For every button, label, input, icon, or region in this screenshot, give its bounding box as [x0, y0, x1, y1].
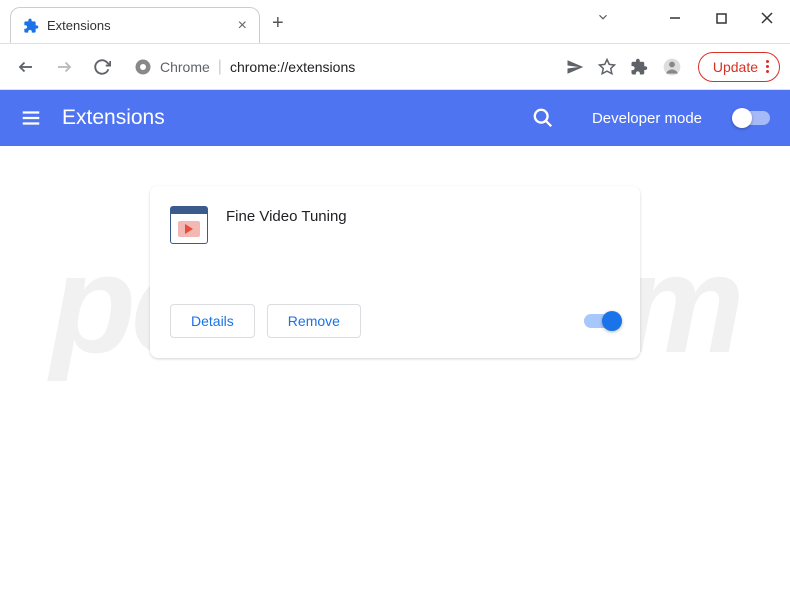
update-button[interactable]: Update — [698, 52, 780, 82]
card-header: Fine Video Tuning — [170, 206, 620, 244]
hamburger-menu-icon[interactable] — [20, 107, 42, 129]
window-titlebar: Extensions × + — [0, 0, 790, 44]
remove-button[interactable]: Remove — [267, 304, 361, 338]
address-bar: Chrome | chrome://extensions Update — [0, 44, 790, 90]
reload-button[interactable] — [86, 51, 118, 83]
url-box[interactable]: Chrome | chrome://extensions — [124, 58, 560, 76]
tab-close-icon[interactable]: × — [238, 17, 247, 35]
forward-button[interactable] — [48, 51, 80, 83]
toggle-knob — [732, 108, 752, 128]
new-tab-button[interactable]: + — [272, 12, 284, 35]
browser-tab[interactable]: Extensions × — [10, 7, 260, 43]
update-label: Update — [713, 59, 758, 75]
page-title: Extensions — [62, 106, 512, 130]
search-icon[interactable] — [532, 107, 554, 129]
bookmark-star-icon[interactable] — [598, 58, 616, 76]
extensions-puzzle-icon[interactable] — [630, 58, 648, 76]
profile-avatar-icon[interactable] — [662, 57, 682, 77]
tab-title: Extensions — [47, 18, 230, 33]
extensions-header: Extensions Developer mode — [0, 90, 790, 146]
back-button[interactable] — [10, 51, 42, 83]
extension-app-icon — [170, 206, 208, 244]
details-button[interactable]: Details — [170, 304, 255, 338]
extension-name: Fine Video Tuning — [226, 206, 347, 244]
extension-enable-toggle[interactable] — [584, 314, 620, 328]
content-area: Fine Video Tuning Details Remove — [0, 146, 790, 398]
window-controls — [652, 0, 790, 36]
extension-card: Fine Video Tuning Details Remove — [150, 186, 640, 358]
tab-dropdown-icon[interactable] — [596, 10, 610, 24]
chrome-logo-icon — [134, 58, 152, 76]
developer-mode-label: Developer mode — [592, 110, 702, 127]
url-scheme-label: Chrome — [160, 59, 210, 75]
extension-puzzle-icon — [23, 18, 39, 34]
menu-dots-icon — [766, 60, 769, 73]
toggle-knob — [602, 311, 622, 331]
toolbar-icons — [566, 57, 682, 77]
url-separator: | — [218, 58, 222, 76]
card-footer: Details Remove — [170, 304, 620, 338]
minimize-button[interactable] — [652, 0, 698, 36]
send-icon[interactable] — [566, 58, 584, 76]
maximize-button[interactable] — [698, 0, 744, 36]
developer-mode-toggle[interactable] — [734, 111, 770, 125]
url-path: chrome://extensions — [230, 59, 355, 75]
close-window-button[interactable] — [744, 0, 790, 36]
